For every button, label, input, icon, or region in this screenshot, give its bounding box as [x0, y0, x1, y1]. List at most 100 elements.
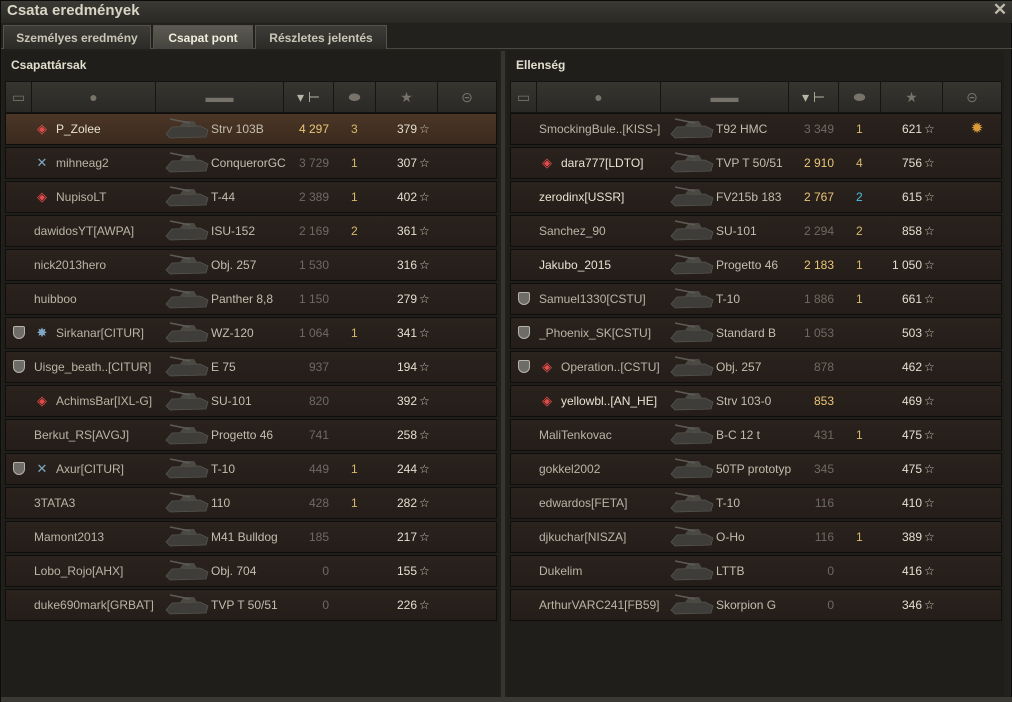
vehicle-name: Strv 103-0 [716, 394, 772, 408]
window-title: Csata eredmények [7, 2, 140, 19]
vehicle-name: T92 HMC [716, 122, 768, 136]
sort-vehicle-column[interactable]: ▬▬ [156, 82, 284, 112]
sort-clan-column[interactable]: ▭ [511, 82, 537, 112]
star-badge-icon: ✸ [36, 325, 48, 340]
xp-value: 1 050 [891, 258, 922, 272]
clan-shield-icon [516, 352, 532, 382]
table-row[interactable]: huibboo Panther 8,8 1 150 279 ☆ [5, 283, 497, 315]
xp-value: 661 [901, 292, 922, 306]
xp-value: 282 [396, 496, 417, 510]
vehicle-name: Progetto 46 [211, 428, 274, 442]
clan-shield-icon [516, 318, 532, 348]
sort-kills-column[interactable]: ⬬ [839, 82, 881, 112]
xp-value: 244 [396, 462, 417, 476]
tab-detailed-report[interactable]: Részletes jelentés [255, 25, 387, 49]
table-row[interactable]: ✕ Axur[CITUR] T-10 449 1 244 ☆ [5, 453, 497, 485]
vehicle-name: T-44 [211, 190, 236, 204]
table-row[interactable]: djkuchar[NISZA] O-Ho 116 1 389 ☆ [510, 521, 1002, 553]
medal-icon[interactable]: ✹ [967, 114, 987, 144]
diamond-icon: ◈ [542, 155, 552, 170]
xp-star-icon: ☆ [419, 598, 430, 612]
table-row[interactable]: Jakubo_2015 Progetto 46 2 183 1 1 050 ☆ [510, 249, 1002, 281]
kills-value [856, 386, 868, 416]
player-icon: ● [594, 89, 603, 105]
table-row[interactable]: dawidosYT[AWPA] ISU-152 2 169 2 361 ☆ [5, 215, 497, 247]
table-row[interactable]: ◈ AchimsBar[IXL-G] SU-101 820 392 ☆ [5, 385, 497, 417]
damage-value: 0 [322, 598, 329, 612]
table-row[interactable]: duke690mark[GRBAT] TVP T 50/51 0 226 ☆ [5, 589, 497, 621]
clan-shield-icon [11, 318, 27, 348]
tab-team-score[interactable]: Csapat pont [153, 25, 253, 49]
xp-star-icon: ☆ [924, 326, 935, 340]
table-row[interactable]: ◈ yellowbl..[AN_HE] Strv 103-0 853 469 ☆ [510, 385, 1002, 417]
vehicle-name: 110 [211, 496, 231, 510]
xp-star-icon: ★ [400, 89, 413, 105]
table-row[interactable]: Mamont2013 M41 Bulldog 185 217 ☆ [5, 521, 497, 553]
sort-clan-column[interactable]: ▭ [6, 82, 32, 112]
xp-star-icon: ☆ [419, 428, 430, 442]
medal-icon: ⊝ [966, 89, 978, 105]
table-row[interactable]: ArthurVARC241[FB59] Skorpion G 0 346 ☆ [510, 589, 1002, 621]
vehicle-name: O-Ho [716, 530, 745, 544]
table-row[interactable]: Samuel1330[CSTU] T-10 1 886 1 661 ☆ [510, 283, 1002, 315]
sort-damage-column[interactable]: ▾ ⊢ [789, 82, 839, 112]
sort-damage-column[interactable]: ▾ ⊢ [284, 82, 334, 112]
kills-value: 1 [856, 292, 863, 306]
xp-value: 402 [396, 190, 417, 204]
table-row[interactable]: 3TATA3 110 428 1 282 ☆ [5, 487, 497, 519]
sort-player-column[interactable]: ● [537, 82, 661, 112]
table-row[interactable]: nick2013hero Obj. 257 1 530 316 ☆ [5, 249, 497, 281]
sort-medal-column[interactable]: ⊝ [438, 82, 496, 112]
damage-value: 820 [308, 394, 329, 408]
damage-icon: ▾ ⊢ [296, 89, 321, 105]
sort-kills-column[interactable]: ⬬ [334, 82, 376, 112]
table-row[interactable]: ✸ Sirkanar[CITUR] WZ-120 1 064 1 341 ☆ [5, 317, 497, 349]
table-row[interactable]: Lobo_Rojo[AHX] Obj. 704 0 155 ☆ [5, 555, 497, 587]
medal-icon: ⊝ [461, 89, 473, 105]
diamond-icon: ◈ [542, 393, 552, 408]
table-row[interactable]: MaliTenkovac B-C 12 t 431 1 475 ☆ [510, 419, 1002, 451]
table-row[interactable]: ✕ mihneag2 ConquerorGC 3 729 1 307 ☆ [5, 147, 497, 179]
table-row[interactable]: edwardos[FETA] T-10 116 410 ☆ [510, 487, 1002, 519]
table-row[interactable]: SmockingBule..[KISS-] T92 HMC 3 349 1 621 ☆ ✹ [510, 113, 1002, 145]
sort-xp-column[interactable]: ★ [376, 82, 438, 112]
xp-value: 341 [396, 326, 417, 340]
sort-player-column[interactable]: ● [32, 82, 156, 112]
diamond-icon: ◈ [542, 359, 552, 374]
table-row[interactable]: Dukelim LTTB 0 416 ☆ [510, 555, 1002, 587]
table-row[interactable]: ◈ NupisoLT T-44 2 389 1 402 ☆ [5, 181, 497, 213]
kills-value [351, 590, 363, 620]
damage-value: 937 [308, 360, 329, 374]
sort-vehicle-column[interactable]: ▬▬ [661, 82, 789, 112]
tank-icon [670, 220, 714, 241]
damage-value: 1 053 [803, 326, 834, 340]
close-icon[interactable]: ✕ [991, 0, 1009, 20]
sort-xp-column[interactable]: ★ [881, 82, 943, 112]
xp-star-icon: ☆ [419, 394, 430, 408]
tank-icon [165, 356, 209, 377]
table-row[interactable]: Uisge_beath..[CITUR] E 75 937 194 ☆ [5, 351, 497, 383]
table-row[interactable]: ◈ dara777[LDTO] TVP T 50/51 2 910 4 756 ☆ [510, 147, 1002, 179]
table-row[interactable]: gokkel2002 50TP prototyp 345 475 ☆ [510, 453, 1002, 485]
xp-value: 858 [901, 224, 922, 238]
xp-star-icon: ☆ [924, 258, 935, 272]
table-row[interactable]: zerodinx[USSR] FV215b 183 2 767 2 615 ☆ [510, 181, 1002, 213]
table-row[interactable]: ◈ P_Zolee Strv 103B 4 297 3 379 ☆ [5, 113, 497, 145]
xp-value: 226 [396, 598, 417, 612]
table-row[interactable]: _Phoenix_SK[CSTU] Standard B1 053 503 ☆ [510, 317, 1002, 349]
xp-star-icon: ☆ [924, 530, 935, 544]
damage-value: 741 [308, 428, 329, 442]
damage-value: 345 [813, 462, 834, 476]
table-row[interactable]: ◈ Operation..[CSTU] Obj. 257 878 462 ☆ [510, 351, 1002, 383]
kills-value: 3 [351, 122, 358, 136]
tab-personal-results[interactable]: Személyes eredmény [3, 25, 151, 49]
table-row[interactable]: Berkut_RS[AVGJ] Progetto 46 741 258 ☆ [5, 419, 497, 451]
cross-icon: ✕ [36, 155, 48, 170]
diamond-icon: ◈ [37, 121, 47, 136]
damage-value: 1 150 [298, 292, 329, 306]
sort-medal-column[interactable]: ⊝ [943, 82, 1001, 112]
tank-icon [670, 560, 714, 581]
vehicle-name: Skorpion G [716, 598, 777, 612]
tank-icon [670, 594, 714, 615]
table-row[interactable]: Sanchez_90 SU-101 2 294 2 858 ☆ [510, 215, 1002, 247]
